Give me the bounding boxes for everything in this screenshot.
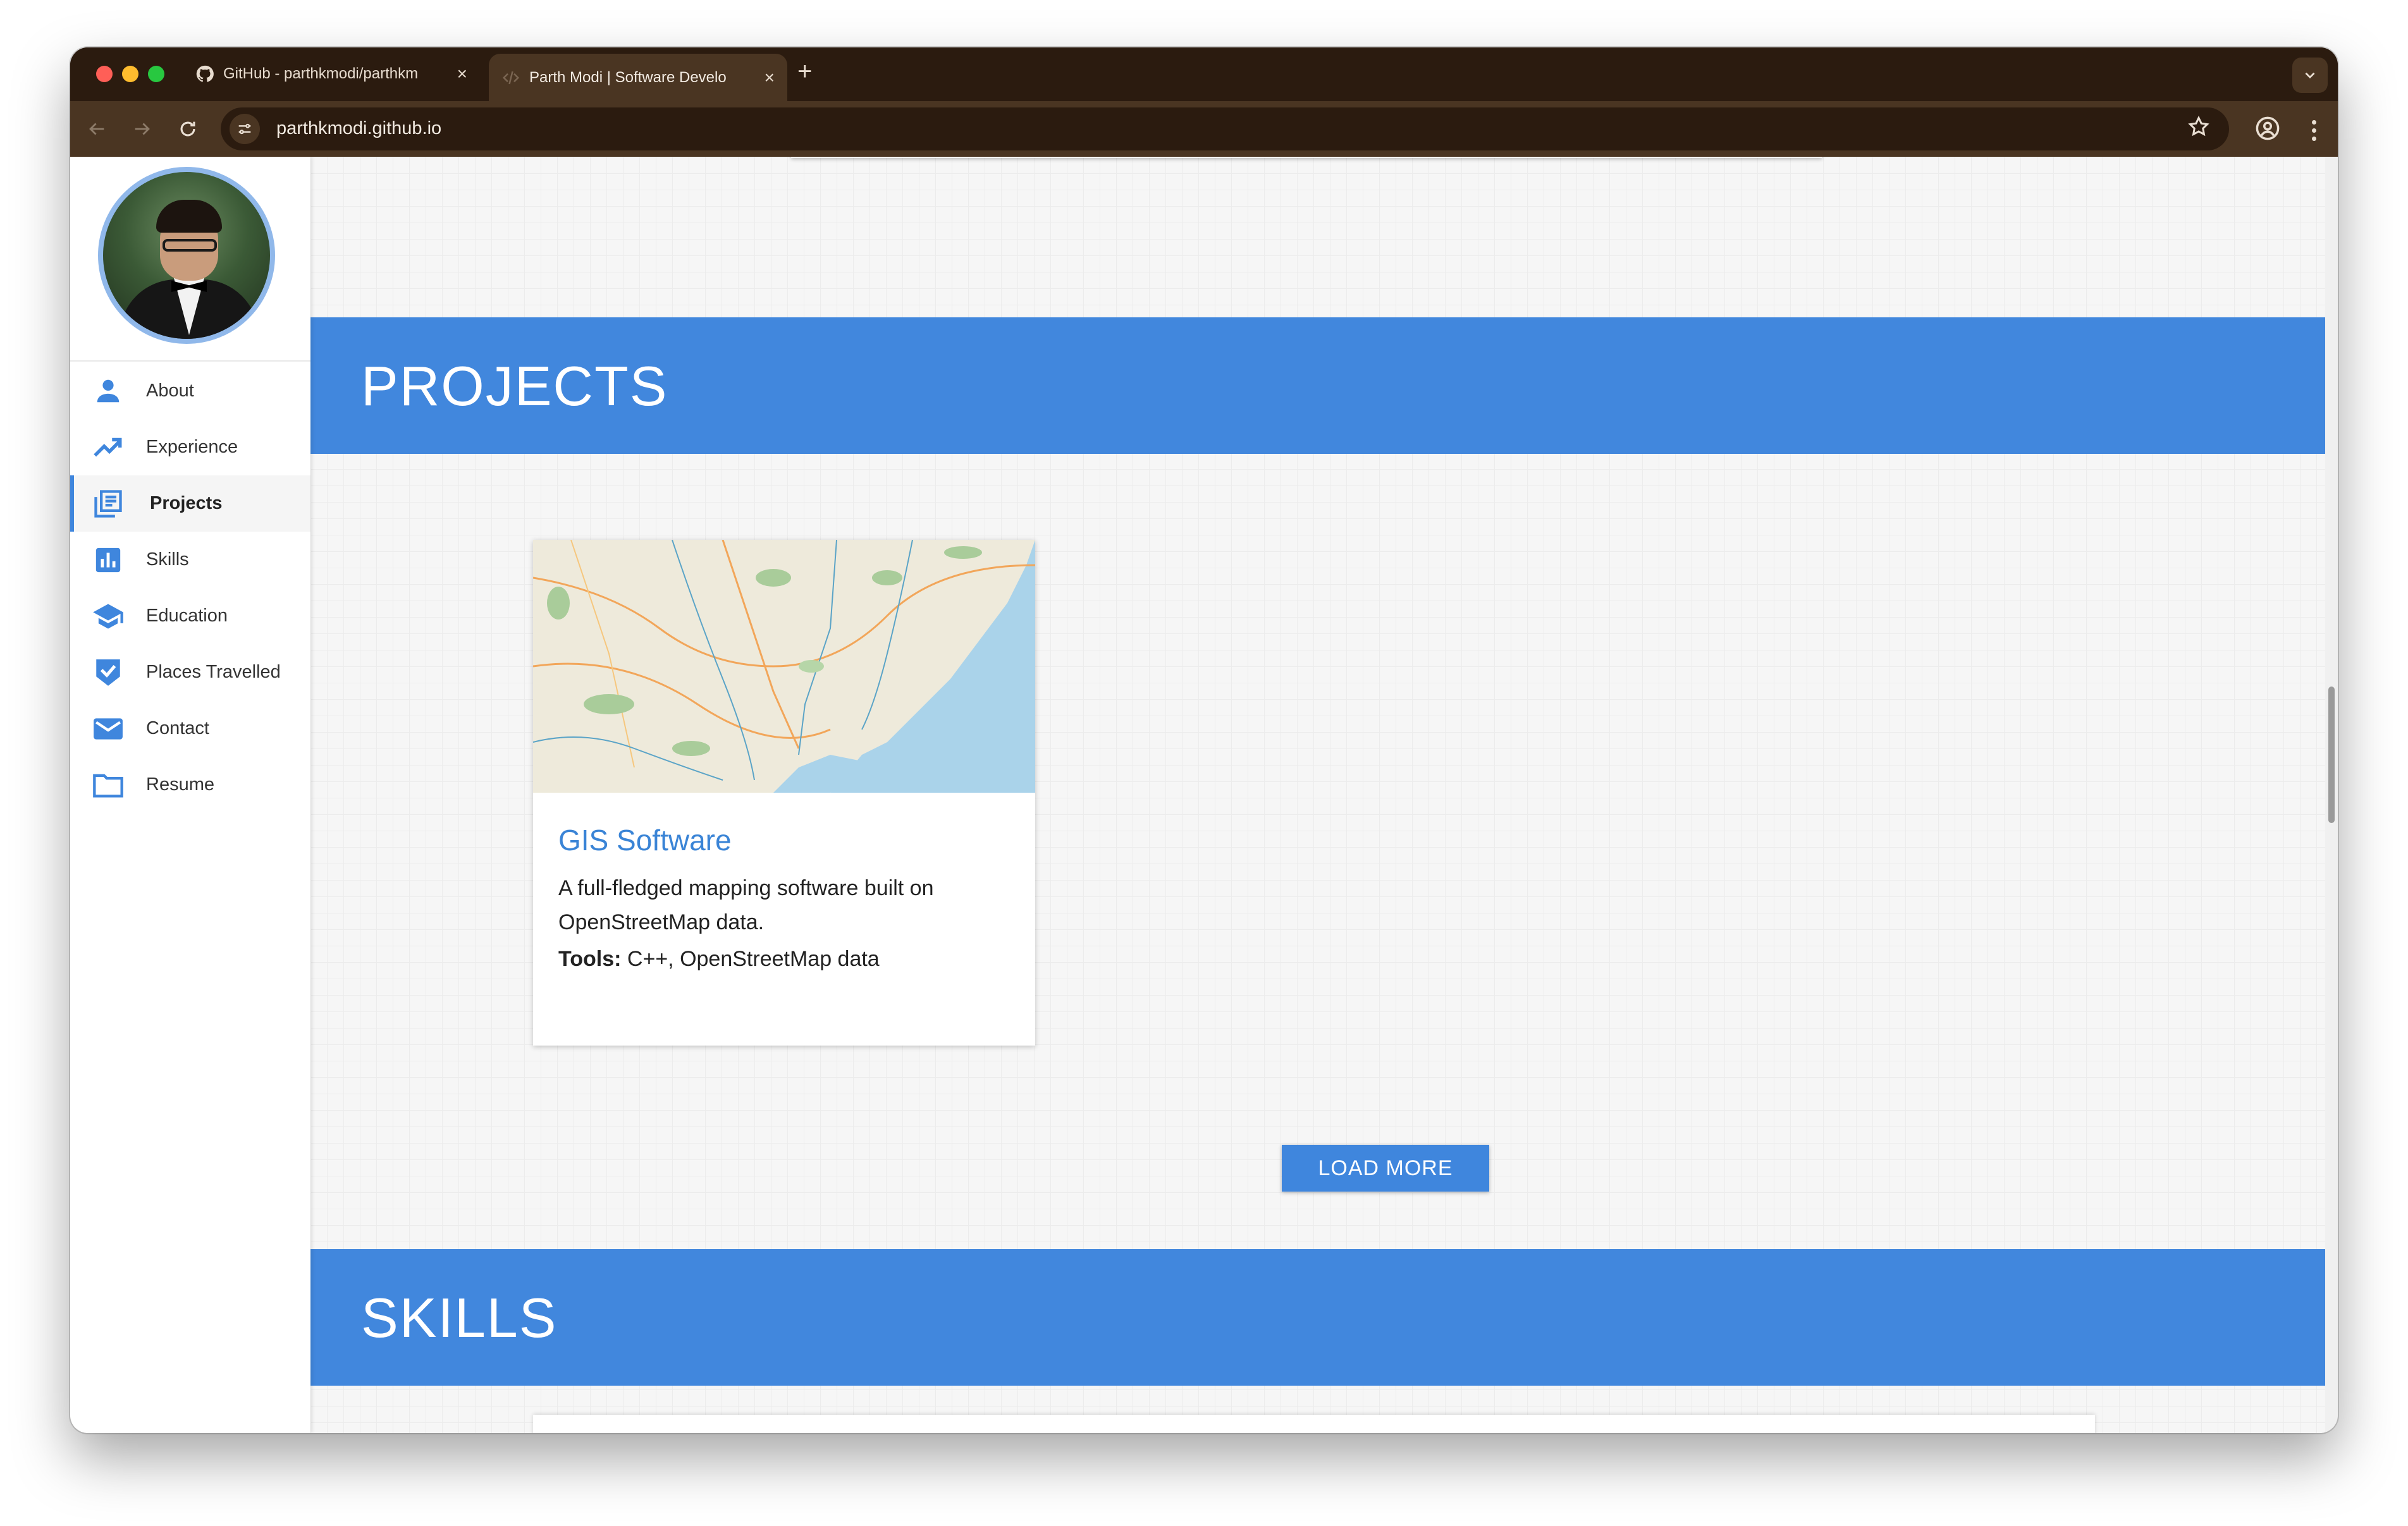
sidebar-item-education[interactable]: Education [70, 588, 310, 644]
tab-title: GitHub - parthkmodi/parthkm [223, 65, 419, 82]
sidebar-item-label: Projects [150, 493, 223, 513]
sidebar: About Experience Projects Skills Educati… [70, 157, 310, 1433]
section-title: PROJECTS [361, 355, 668, 417]
project-description: A full-fledged mapping software built on… [558, 876, 934, 934]
chevron-down-icon [2305, 72, 2315, 79]
project-title-link[interactable]: GIS Software [558, 823, 732, 857]
tab-title: Parth Modi | Software Develo [529, 68, 727, 86]
browser-window: GitHub - parthkmodi/parthkm × Parth Modi… [70, 47, 2338, 1433]
sidebar-item-label: Education [146, 606, 228, 626]
skills-card [533, 1415, 2095, 1433]
address-bar[interactable]: parthkmodi.github.io [221, 107, 2229, 150]
folder-icon [92, 769, 125, 802]
sidebar-item-label: Places Travelled [146, 662, 281, 682]
sidebar-item-label: About [146, 381, 194, 401]
project-map-image [533, 540, 1035, 793]
trending-up-icon [92, 431, 125, 464]
close-tab-icon[interactable]: × [457, 64, 467, 84]
new-tab-button[interactable]: + [797, 58, 812, 86]
person-icon [92, 375, 125, 408]
minimize-window-button[interactable] [122, 66, 138, 82]
bar-chart-icon [92, 544, 125, 577]
close-window-button[interactable] [96, 66, 113, 82]
tab-strip: GitHub - parthkmodi/parthkm × Parth Modi… [70, 47, 2338, 101]
load-more-button[interactable]: LOAD MORE [1282, 1145, 1489, 1192]
tab-github[interactable]: GitHub - parthkmodi/parthkm × [183, 54, 480, 94]
sidebar-item-label: Resume [146, 774, 214, 795]
web-page: About Experience Projects Skills Educati… [70, 157, 2338, 1433]
browser-toolbar: parthkmodi.github.io [70, 101, 2338, 157]
skills-header: SKILLS [310, 1249, 2325, 1386]
project-card[interactable]: GIS Software A full-fledged mapping soft… [533, 540, 1035, 1046]
main-content: PROJECTS GIS Software A full-fledged map… [310, 157, 2325, 1433]
tab-search-button[interactable] [2292, 58, 2328, 93]
reload-button[interactable] [169, 110, 207, 148]
reload-icon [180, 121, 195, 137]
sidebar-nav: About Experience Projects Skills Educati… [70, 363, 310, 813]
projects-header: PROJECTS [310, 317, 2325, 454]
arrow-left-icon [89, 123, 104, 135]
section-title: SKILLS [361, 1286, 558, 1349]
list-icon [92, 487, 125, 520]
sidebar-item-projects[interactable]: Projects [70, 475, 310, 532]
sidebar-item-label: Skills [146, 549, 189, 570]
site-info-icon[interactable] [230, 114, 260, 144]
avatar [98, 167, 275, 344]
tab-portfolio[interactable]: Parth Modi | Software Develo × [489, 54, 787, 101]
sidebar-item-resume[interactable]: Resume [70, 757, 310, 813]
project-tools: Tools: C++, OpenStreetMap data [558, 947, 880, 972]
sidebar-item-places-travelled[interactable]: Places Travelled [70, 644, 310, 700]
tools-label: Tools: [558, 947, 622, 971]
sidebar-item-skills[interactable]: Skills [70, 532, 310, 588]
sidebar-item-experience[interactable]: Experience [70, 419, 310, 475]
page-scrollbar[interactable] [2325, 157, 2338, 1433]
code-icon [501, 68, 520, 87]
tools-value: C++, OpenStreetMap data [621, 947, 880, 971]
scrollbar-thumb[interactable] [2328, 687, 2335, 823]
maximize-window-button[interactable] [148, 66, 164, 82]
divider [70, 360, 310, 362]
bookmark-star-icon[interactable] [2187, 115, 2210, 144]
sidebar-item-label: Contact [146, 718, 209, 738]
github-icon [195, 64, 214, 83]
sidebar-item-label: Experience [146, 437, 238, 457]
mail-icon [92, 712, 125, 745]
forward-button[interactable] [123, 110, 161, 148]
graduation-cap-icon [92, 600, 125, 633]
profile-icon[interactable] [2254, 115, 2281, 142]
previous-section-card [791, 157, 1822, 158]
browser-menu-button[interactable] [2301, 113, 2326, 148]
url-text[interactable]: parthkmodi.github.io [276, 118, 441, 139]
back-button[interactable] [78, 110, 116, 148]
sidebar-item-about[interactable]: About [70, 363, 310, 419]
sidebar-item-contact[interactable]: Contact [70, 700, 310, 757]
check-badge-icon [92, 656, 125, 689]
arrow-right-icon [135, 123, 150, 135]
close-tab-icon[interactable]: × [765, 68, 775, 88]
